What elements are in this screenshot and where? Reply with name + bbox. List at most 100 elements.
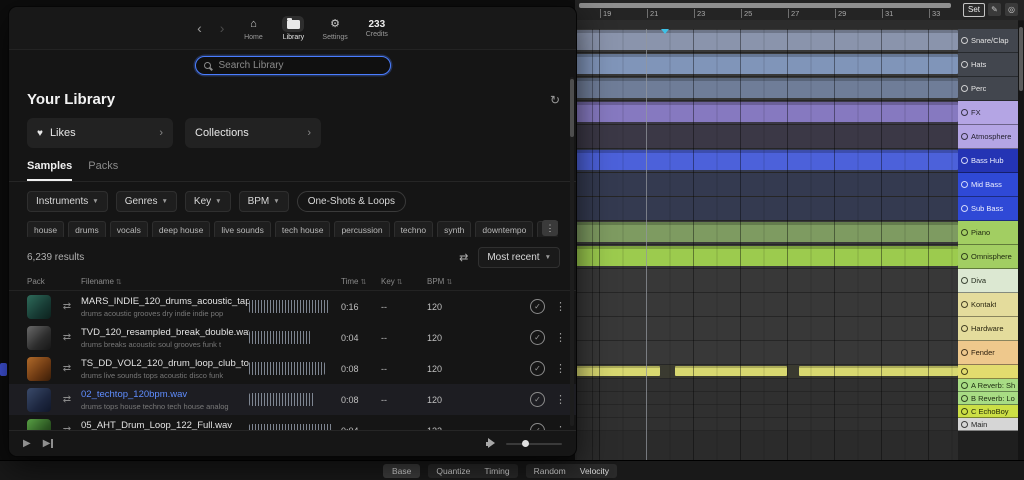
row-menu-icon[interactable]: ⋮ (555, 393, 566, 406)
search-bar[interactable] (195, 56, 391, 75)
midi-clip[interactable] (675, 366, 787, 376)
track-activator-icon[interactable] (961, 395, 968, 402)
lane-hardware[interactable] (575, 317, 958, 341)
skip-next-button[interactable]: ▶ (43, 438, 54, 449)
sample-filename[interactable]: TS_DD_VOL2_120_drum_loop_club_tom_congas (81, 358, 249, 369)
loop-icon[interactable]: ⇄ (59, 394, 75, 405)
track-activator-icon[interactable] (961, 349, 968, 356)
edge-clip-fragment[interactable] (0, 363, 7, 376)
nav-library[interactable]: Library (282, 16, 304, 41)
lane-piano[interactable] (575, 221, 958, 245)
waveform[interactable] (249, 393, 315, 406)
midi-clip[interactable] (575, 366, 660, 376)
track-activator-icon[interactable] (961, 421, 968, 428)
track-activator-icon[interactable] (961, 277, 968, 284)
col-time[interactable]: Time⇅ (341, 277, 381, 286)
midi-clip[interactable] (575, 222, 958, 242)
arrangement-overview-strip[interactable] (579, 3, 951, 8)
track-activator-icon[interactable] (961, 133, 968, 140)
audio-clip[interactable] (575, 30, 958, 50)
nav-settings[interactable]: ⚙ Settings (322, 16, 347, 41)
track-header-return-b[interactable]: B Reverb: Lon (958, 392, 1018, 405)
track-header-fx[interactable]: FX (958, 101, 1018, 125)
track-activator-icon[interactable] (961, 205, 968, 212)
tag-chip[interactable]: deep house (152, 221, 210, 237)
speaker-icon[interactable] (486, 438, 498, 449)
track-activator-icon[interactable] (961, 157, 968, 164)
timing-button[interactable]: Timing (484, 466, 509, 476)
scrollbar-thumb[interactable] (570, 79, 574, 137)
track-header-hats[interactable]: Hats (958, 53, 1018, 77)
daw-vertical-scrollbar[interactable] (1018, 21, 1024, 460)
track-header-sub-bass[interactable]: Sub Bass (958, 197, 1018, 221)
tab-samples[interactable]: Samples (27, 160, 72, 181)
track-activator-icon[interactable] (961, 253, 968, 260)
tag-chip[interactable]: synth (437, 221, 471, 237)
pack-artwork[interactable] (27, 357, 51, 381)
lane-fender[interactable] (575, 341, 958, 365)
tag-chip[interactable]: techno (394, 221, 434, 237)
tag-chip[interactable]: live sounds (214, 221, 271, 237)
daw-timeline-ruler[interactable]: 19 21 23 25 27 29 31 33 Set ✎ ◎ (575, 0, 1024, 21)
col-filename[interactable]: Filename⇅ (81, 277, 249, 286)
track-activator-icon[interactable] (961, 325, 968, 332)
row-menu-icon[interactable]: ⋮ (555, 362, 566, 375)
filter-genres[interactable]: Genres▼ (116, 191, 177, 212)
sample-row[interactable]: ⇄ TS_DD_VOL2_120_drum_loop_club_tom_cong… (9, 353, 576, 384)
midi-clip[interactable] (575, 246, 958, 266)
track-header-perc[interactable]: Perc (958, 77, 1018, 101)
col-bpm[interactable]: BPM⇅ (427, 277, 487, 286)
tag-chip[interactable]: vocals (110, 221, 148, 237)
pack-artwork[interactable] (27, 295, 51, 319)
tag-chip[interactable]: house (27, 221, 64, 237)
window-scrollbar[interactable] (570, 77, 574, 426)
track-header-return-a[interactable]: A Reverb: Sho (958, 379, 1018, 392)
col-pack[interactable]: Pack (27, 277, 81, 286)
sample-row[interactable]: ⇄ MARS_INDIE_120_drums_acoustic_tape_bed… (9, 291, 576, 322)
track-activator-icon[interactable] (961, 382, 968, 389)
track-header-vox[interactable] (958, 365, 1018, 379)
track-header-main[interactable]: Main (958, 418, 1018, 431)
track-activator-icon[interactable] (961, 301, 968, 308)
loop-icon[interactable]: ⇄ (59, 332, 75, 343)
volume-slider[interactable] (506, 443, 562, 445)
track-header-hardware[interactable]: Hardware (958, 317, 1018, 341)
track-activator-icon[interactable] (961, 61, 968, 68)
track-activator-icon[interactable] (961, 368, 968, 375)
set-button[interactable]: Set (963, 3, 985, 17)
follow-icon[interactable]: ◎ (1005, 3, 1018, 16)
lane-omnisphere[interactable] (575, 245, 958, 269)
track-header-mid-bass[interactable]: Mid Bass (958, 173, 1018, 197)
quantize-button[interactable]: Quantize (436, 466, 470, 476)
refresh-icon[interactable]: ↻ (550, 93, 560, 107)
collections-button[interactable]: Collections › (185, 118, 321, 148)
lane-snare-clap[interactable] (575, 29, 958, 53)
track-header-omnisphere[interactable]: Omnisphere (958, 245, 1018, 269)
sample-filename[interactable]: 05_AHT_Drum_Loop_122_Full.wav (81, 420, 249, 431)
lane-return-b[interactable] (575, 392, 958, 405)
nav-home[interactable]: ⌂ Home (242, 16, 264, 41)
arrangement-grid[interactable] (575, 29, 958, 460)
downloaded-check-icon[interactable]: ✓ (530, 330, 545, 345)
track-activator-icon[interactable] (961, 408, 968, 415)
downloaded-check-icon[interactable]: ✓ (530, 299, 545, 314)
shuffle-icon[interactable]: ⇄ (459, 251, 468, 264)
filter-key[interactable]: Key▼ (185, 191, 231, 212)
loop-icon[interactable]: ⇄ (59, 301, 75, 312)
audio-clip[interactable] (575, 78, 958, 98)
audio-clip[interactable] (575, 102, 958, 122)
track-header-kontakt[interactable]: Kontakt (958, 293, 1018, 317)
track-activator-icon[interactable] (961, 229, 968, 236)
track-activator-icon[interactable] (961, 109, 968, 116)
sample-filename[interactable]: TVD_120_resampled_break_double.wav (81, 327, 249, 338)
track-header-return-c[interactable]: C EchoBoy (958, 405, 1018, 418)
audio-clip[interactable] (575, 54, 958, 74)
row-menu-icon[interactable]: ⋮ (555, 331, 566, 344)
lane-return-c[interactable] (575, 405, 958, 418)
volume-handle[interactable] (522, 440, 529, 447)
sample-filename[interactable]: 02_techtop_120bpm.wav (81, 389, 249, 400)
track-header-snare-clap[interactable]: Snare/Clap (958, 29, 1018, 53)
base-button[interactable]: Base (383, 464, 420, 478)
waveform[interactable] (249, 331, 311, 344)
filter-bpm[interactable]: BPM▼ (239, 191, 289, 212)
